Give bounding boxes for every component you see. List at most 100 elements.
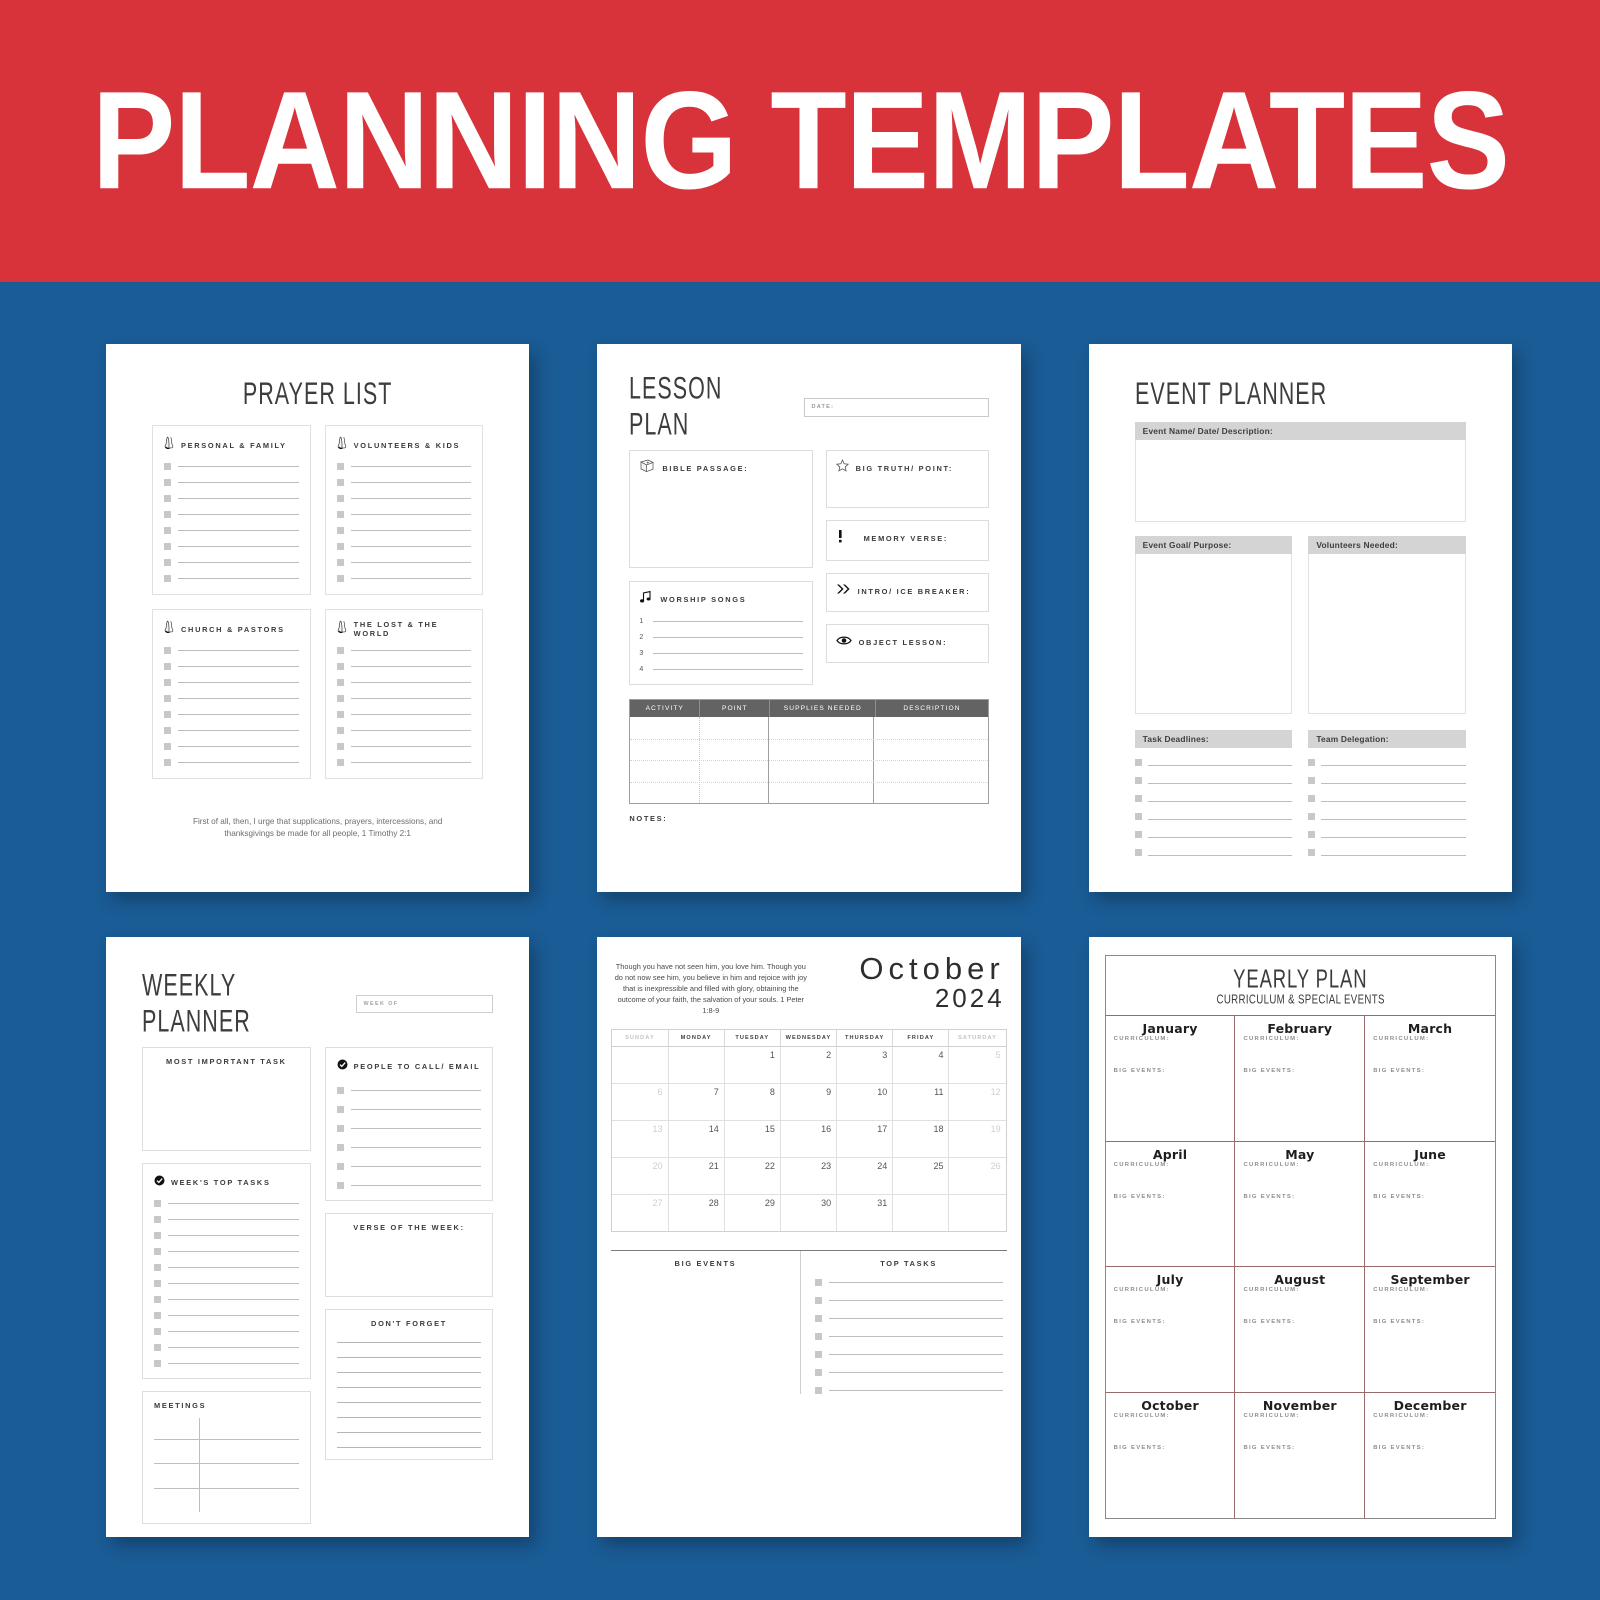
task-line[interactable] xyxy=(1134,813,1293,820)
prayer-line[interactable] xyxy=(336,543,472,550)
intro-ice-breaker-box[interactable]: INTRO/ ICE BREAKER: xyxy=(825,573,989,612)
checkbox-icon[interactable] xyxy=(164,663,171,670)
checkbox-icon[interactable] xyxy=(164,679,171,686)
song-line[interactable]: 2 xyxy=(639,634,803,641)
prayer-line[interactable] xyxy=(164,647,299,654)
task-line[interactable] xyxy=(154,1216,299,1223)
contact-line[interactable] xyxy=(336,1125,482,1132)
checkbox-icon[interactable] xyxy=(154,1264,161,1271)
task-line[interactable] xyxy=(154,1264,299,1271)
prayer-line[interactable] xyxy=(336,647,472,654)
object-lesson-box[interactable]: OBJECT LESSON: xyxy=(825,624,989,663)
prayer-line[interactable] xyxy=(164,511,299,518)
checkbox-icon[interactable] xyxy=(1134,849,1142,856)
top-task-line[interactable] xyxy=(814,1296,1003,1304)
checkbox-icon[interactable] xyxy=(164,511,171,518)
calendar-day-cell[interactable]: 17 xyxy=(837,1120,894,1157)
month-cell-july[interactable]: July CURRICULUM: BIG EVENTS: xyxy=(1105,1267,1236,1393)
checkbox-icon[interactable] xyxy=(164,695,171,702)
calendar-day-cell[interactable]: 2 xyxy=(781,1046,838,1083)
prayer-line[interactable] xyxy=(336,679,472,686)
verse-of-week-box[interactable]: VERSE OF THE WEEK: xyxy=(324,1213,494,1297)
calendar-day-cell[interactable]: 29 xyxy=(725,1194,781,1231)
prayer-card-volunteers-kids[interactable]: VOLUNTEERS & KIDS xyxy=(324,425,484,595)
prayer-line[interactable] xyxy=(336,743,472,750)
calendar-day-cell[interactable]: 11 xyxy=(893,1083,950,1120)
month-cell-march[interactable]: March CURRICULUM: BIG EVENTS: xyxy=(1365,1016,1495,1142)
team-delegation-block[interactable]: Team Delegation: xyxy=(1308,730,1466,856)
memory-verse-box[interactable]: MEMORY VERSE: xyxy=(825,520,989,561)
month-cell-june[interactable]: June CURRICULUM: BIG EVENTS: xyxy=(1365,1142,1495,1267)
calendar-day-cell[interactable]: 15 xyxy=(725,1120,781,1157)
table-body[interactable] xyxy=(630,717,988,803)
calendar-day-cell[interactable]: 31 xyxy=(837,1194,894,1231)
checkbox-icon[interactable] xyxy=(154,1312,161,1319)
top-task-line[interactable] xyxy=(814,1314,1003,1322)
task-line[interactable] xyxy=(154,1312,299,1319)
checkbox-icon[interactable] xyxy=(154,1328,161,1335)
event-goal-field[interactable] xyxy=(1134,554,1293,714)
checkbox-icon[interactable] xyxy=(164,559,171,566)
month-cell-february[interactable]: February CURRICULUM: BIG EVENTS: xyxy=(1235,1016,1366,1142)
checkbox-icon[interactable] xyxy=(336,743,344,750)
template-sheet-monthly-calendar[interactable]: Though you have not seen him, you love h… xyxy=(597,937,1021,1537)
prayer-line[interactable] xyxy=(164,527,299,534)
calendar-day-cell[interactable] xyxy=(893,1194,950,1231)
activity-table[interactable]: ACTIVITY POINT SUPPLIES NEEDED DESCRIPTI… xyxy=(629,699,989,804)
prayer-card-church-pastors[interactable]: CHURCH & PASTORS xyxy=(152,609,311,779)
month-cell-december[interactable]: December CURRICULUM: BIG EVENTS: xyxy=(1365,1393,1495,1519)
checkbox-icon[interactable] xyxy=(1134,777,1142,784)
contact-line[interactable] xyxy=(336,1144,482,1151)
prayer-line[interactable] xyxy=(336,559,472,566)
month-cell-october[interactable]: October CURRICULUM: BIG EVENTS: xyxy=(1106,1392,1236,1518)
checkbox-icon[interactable] xyxy=(336,511,344,518)
delegation-line[interactable] xyxy=(1308,759,1466,766)
checkbox-icon[interactable] xyxy=(336,543,344,550)
checkbox-icon[interactable] xyxy=(154,1248,161,1255)
template-sheet-yearly-plan[interactable]: YEARLY PLAN CURRICULUM & SPECIAL EVENTS … xyxy=(1088,937,1512,1537)
prayer-line[interactable] xyxy=(336,711,472,718)
checkbox-icon[interactable] xyxy=(1134,795,1142,802)
prayer-card-lost-world[interactable]: THE LOST & THE WORLD xyxy=(324,609,484,779)
task-line[interactable] xyxy=(154,1296,299,1303)
checkbox-icon[interactable] xyxy=(336,479,344,486)
prayer-line[interactable] xyxy=(336,479,472,486)
template-sheet-prayer-list[interactable]: PRAYER LIST PERSONAL & FAMILY VOLUNTEERS… xyxy=(106,344,530,892)
checkbox-icon[interactable] xyxy=(1134,813,1142,820)
checkbox-icon[interactable] xyxy=(336,727,344,734)
checkbox-icon[interactable] xyxy=(164,527,171,534)
checkbox-icon[interactable] xyxy=(336,495,344,502)
delegation-line[interactable] xyxy=(1308,831,1466,838)
checkbox-icon[interactable] xyxy=(164,647,171,654)
checkbox-icon[interactable] xyxy=(1134,831,1142,838)
calendar-day-cell[interactable] xyxy=(669,1046,725,1083)
calendar-day-cell[interactable]: 9 xyxy=(781,1083,838,1120)
week-of-field[interactable]: WEEK OF xyxy=(355,995,494,1013)
month-cell-april[interactable]: April CURRICULUM: BIG EVENTS: xyxy=(1105,1141,1236,1267)
calendar-day-cell[interactable]: 8 xyxy=(725,1083,781,1120)
prayer-line[interactable] xyxy=(336,511,472,518)
dont-forget-box[interactable]: DON'T FORGET xyxy=(324,1309,494,1460)
checkbox-icon[interactable] xyxy=(814,1350,822,1358)
checkbox-icon[interactable] xyxy=(154,1216,161,1223)
prayer-line[interactable] xyxy=(164,463,299,470)
calendar-day-cell[interactable]: 21 xyxy=(669,1157,725,1194)
template-sheet-weekly-planner[interactable]: WEEKLY PLANNER WEEK OF MOST IMPORTANT TA… xyxy=(106,937,530,1537)
prayer-line[interactable] xyxy=(164,743,299,750)
checkbox-icon[interactable] xyxy=(164,743,171,750)
checkbox-icon[interactable] xyxy=(1308,813,1316,820)
calendar-day-cell[interactable]: 18 xyxy=(893,1120,950,1157)
delegation-line[interactable] xyxy=(1308,795,1466,802)
calendar-day-cell[interactable]: 19 xyxy=(949,1121,1005,1157)
event-goal-block[interactable]: Event Goal/ Purpose: xyxy=(1134,536,1293,714)
checkbox-icon[interactable] xyxy=(336,575,344,582)
volunteers-block[interactable]: Volunteers Needed: xyxy=(1308,536,1466,714)
month-cell-september[interactable]: September CURRICULUM: BIG EVENTS: xyxy=(1365,1267,1495,1393)
top-task-line[interactable] xyxy=(814,1386,1003,1394)
task-line[interactable] xyxy=(154,1200,299,1207)
top-tasks-block[interactable]: TOP TASKS xyxy=(799,1250,1007,1394)
task-line[interactable] xyxy=(154,1248,299,1255)
top-task-line[interactable] xyxy=(814,1350,1003,1358)
checkbox-icon[interactable] xyxy=(164,543,171,550)
month-cell-may[interactable]: May CURRICULUM: BIG EVENTS: xyxy=(1235,1141,1366,1267)
